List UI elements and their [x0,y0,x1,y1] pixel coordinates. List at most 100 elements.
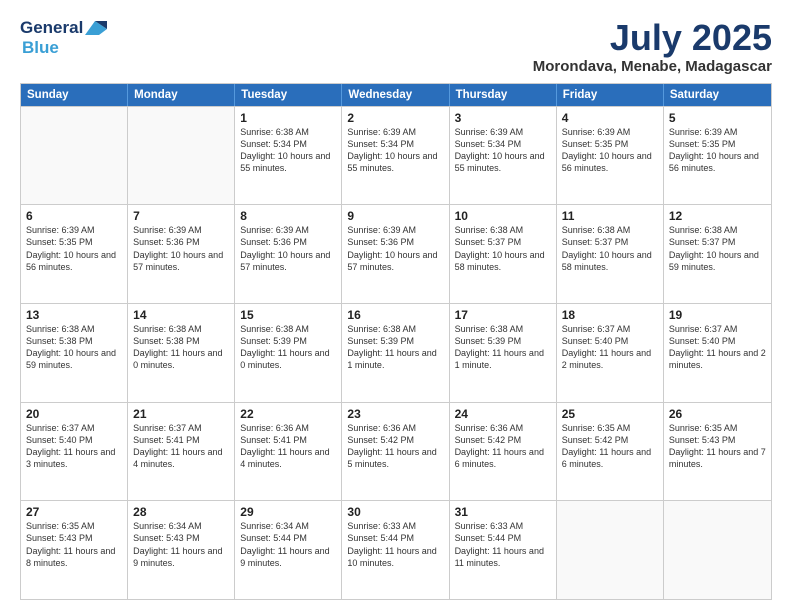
day-info: Sunrise: 6:34 AMSunset: 5:43 PMDaylight:… [133,520,229,569]
day-info: Sunrise: 6:37 AMSunset: 5:40 PMDaylight:… [669,323,766,372]
header: General Blue July 2025 Morondava, Menabe… [20,18,772,75]
day-number: 25 [562,407,658,421]
day-cell-4: 4Sunrise: 6:39 AMSunset: 5:35 PMDaylight… [557,107,664,205]
day-info: Sunrise: 6:39 AMSunset: 5:34 PMDaylight:… [455,126,551,175]
logo-general: General [20,18,83,38]
day-number: 30 [347,505,443,519]
header-day-tuesday: Tuesday [235,84,342,106]
day-info: Sunrise: 6:38 AMSunset: 5:38 PMDaylight:… [26,323,122,372]
logo-icon [85,21,107,35]
day-number: 3 [455,111,551,125]
day-cell-20: 20Sunrise: 6:37 AMSunset: 5:40 PMDayligh… [21,403,128,501]
day-cell-9: 9Sunrise: 6:39 AMSunset: 5:36 PMDaylight… [342,205,449,303]
week-row-1: 1Sunrise: 6:38 AMSunset: 5:34 PMDaylight… [21,106,771,205]
day-cell-19: 19Sunrise: 6:37 AMSunset: 5:40 PMDayligh… [664,304,771,402]
logo-blue: Blue [22,38,59,58]
day-cell-13: 13Sunrise: 6:38 AMSunset: 5:38 PMDayligh… [21,304,128,402]
day-info: Sunrise: 6:39 AMSunset: 5:35 PMDaylight:… [26,224,122,273]
calendar: SundayMondayTuesdayWednesdayThursdayFrid… [20,83,772,600]
day-number: 14 [133,308,229,322]
day-number: 21 [133,407,229,421]
day-cell-14: 14Sunrise: 6:38 AMSunset: 5:38 PMDayligh… [128,304,235,402]
empty-cell [128,107,235,205]
day-info: Sunrise: 6:36 AMSunset: 5:42 PMDaylight:… [455,422,551,471]
day-number: 8 [240,209,336,223]
day-number: 9 [347,209,443,223]
day-cell-22: 22Sunrise: 6:36 AMSunset: 5:41 PMDayligh… [235,403,342,501]
day-number: 19 [669,308,766,322]
day-info: Sunrise: 6:39 AMSunset: 5:35 PMDaylight:… [562,126,658,175]
calendar-body: 1Sunrise: 6:38 AMSunset: 5:34 PMDaylight… [21,106,771,599]
day-info: Sunrise: 6:38 AMSunset: 5:39 PMDaylight:… [240,323,336,372]
empty-cell [664,501,771,599]
day-number: 20 [26,407,122,421]
day-number: 13 [26,308,122,322]
day-number: 31 [455,505,551,519]
day-number: 18 [562,308,658,322]
day-cell-6: 6Sunrise: 6:39 AMSunset: 5:35 PMDaylight… [21,205,128,303]
day-cell-15: 15Sunrise: 6:38 AMSunset: 5:39 PMDayligh… [235,304,342,402]
day-number: 2 [347,111,443,125]
week-row-3: 13Sunrise: 6:38 AMSunset: 5:38 PMDayligh… [21,303,771,402]
day-cell-29: 29Sunrise: 6:34 AMSunset: 5:44 PMDayligh… [235,501,342,599]
day-info: Sunrise: 6:38 AMSunset: 5:39 PMDaylight:… [455,323,551,372]
day-number: 28 [133,505,229,519]
empty-cell [21,107,128,205]
day-info: Sunrise: 6:38 AMSunset: 5:37 PMDaylight:… [562,224,658,273]
logo: General Blue [20,18,107,58]
day-number: 15 [240,308,336,322]
day-info: Sunrise: 6:37 AMSunset: 5:40 PMDaylight:… [26,422,122,471]
day-number: 6 [26,209,122,223]
day-info: Sunrise: 6:34 AMSunset: 5:44 PMDaylight:… [240,520,336,569]
day-info: Sunrise: 6:39 AMSunset: 5:35 PMDaylight:… [669,126,766,175]
day-info: Sunrise: 6:38 AMSunset: 5:37 PMDaylight:… [455,224,551,273]
header-day-wednesday: Wednesday [342,84,449,106]
day-info: Sunrise: 6:38 AMSunset: 5:39 PMDaylight:… [347,323,443,372]
subtitle: Morondava, Menabe, Madagascar [533,58,772,75]
day-number: 27 [26,505,122,519]
day-info: Sunrise: 6:36 AMSunset: 5:41 PMDaylight:… [240,422,336,471]
day-cell-18: 18Sunrise: 6:37 AMSunset: 5:40 PMDayligh… [557,304,664,402]
day-info: Sunrise: 6:38 AMSunset: 5:38 PMDaylight:… [133,323,229,372]
day-number: 7 [133,209,229,223]
day-cell-1: 1Sunrise: 6:38 AMSunset: 5:34 PMDaylight… [235,107,342,205]
title-block: July 2025 Morondava, Menabe, Madagascar [533,18,772,75]
day-number: 24 [455,407,551,421]
day-info: Sunrise: 6:39 AMSunset: 5:36 PMDaylight:… [133,224,229,273]
header-day-saturday: Saturday [664,84,771,106]
day-info: Sunrise: 6:39 AMSunset: 5:36 PMDaylight:… [240,224,336,273]
day-cell-7: 7Sunrise: 6:39 AMSunset: 5:36 PMDaylight… [128,205,235,303]
week-row-2: 6Sunrise: 6:39 AMSunset: 5:35 PMDaylight… [21,204,771,303]
day-cell-5: 5Sunrise: 6:39 AMSunset: 5:35 PMDaylight… [664,107,771,205]
day-number: 12 [669,209,766,223]
day-info: Sunrise: 6:36 AMSunset: 5:42 PMDaylight:… [347,422,443,471]
header-day-monday: Monday [128,84,235,106]
day-number: 1 [240,111,336,125]
day-number: 11 [562,209,658,223]
day-cell-3: 3Sunrise: 6:39 AMSunset: 5:34 PMDaylight… [450,107,557,205]
header-day-thursday: Thursday [450,84,557,106]
day-cell-16: 16Sunrise: 6:38 AMSunset: 5:39 PMDayligh… [342,304,449,402]
day-cell-26: 26Sunrise: 6:35 AMSunset: 5:43 PMDayligh… [664,403,771,501]
day-number: 17 [455,308,551,322]
day-number: 5 [669,111,766,125]
day-info: Sunrise: 6:33 AMSunset: 5:44 PMDaylight:… [455,520,551,569]
day-cell-11: 11Sunrise: 6:38 AMSunset: 5:37 PMDayligh… [557,205,664,303]
day-cell-2: 2Sunrise: 6:39 AMSunset: 5:34 PMDaylight… [342,107,449,205]
day-info: Sunrise: 6:37 AMSunset: 5:41 PMDaylight:… [133,422,229,471]
day-info: Sunrise: 6:38 AMSunset: 5:34 PMDaylight:… [240,126,336,175]
day-info: Sunrise: 6:35 AMSunset: 5:42 PMDaylight:… [562,422,658,471]
day-cell-21: 21Sunrise: 6:37 AMSunset: 5:41 PMDayligh… [128,403,235,501]
day-number: 10 [455,209,551,223]
day-cell-30: 30Sunrise: 6:33 AMSunset: 5:44 PMDayligh… [342,501,449,599]
empty-cell [557,501,664,599]
day-info: Sunrise: 6:39 AMSunset: 5:34 PMDaylight:… [347,126,443,175]
day-cell-24: 24Sunrise: 6:36 AMSunset: 5:42 PMDayligh… [450,403,557,501]
day-number: 29 [240,505,336,519]
day-cell-25: 25Sunrise: 6:35 AMSunset: 5:42 PMDayligh… [557,403,664,501]
day-info: Sunrise: 6:37 AMSunset: 5:40 PMDaylight:… [562,323,658,372]
day-cell-10: 10Sunrise: 6:38 AMSunset: 5:37 PMDayligh… [450,205,557,303]
day-number: 4 [562,111,658,125]
header-day-sunday: Sunday [21,84,128,106]
calendar-header: SundayMondayTuesdayWednesdayThursdayFrid… [21,84,771,106]
